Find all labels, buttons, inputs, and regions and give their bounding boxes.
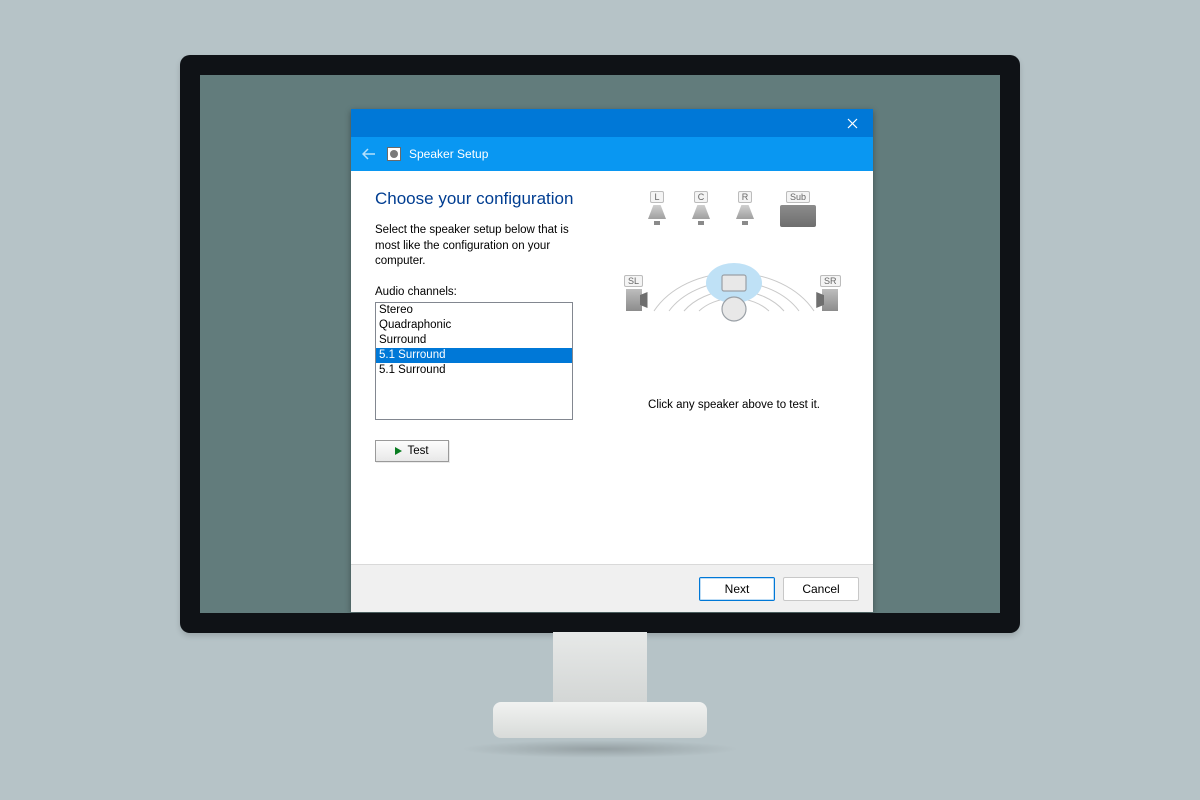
diagram-hint: Click any speaker above to test it. (648, 399, 820, 411)
speaker-tag: SR (820, 275, 841, 287)
channels-label: Audio channels: (375, 286, 591, 298)
cancel-button[interactable]: Cancel (783, 577, 859, 601)
left-column: Choose your configuration Select the spe… (375, 189, 591, 560)
page-description: Select the speaker setup below that is m… (375, 223, 591, 270)
list-item[interactable]: 5.1 Surround (376, 363, 572, 378)
speaker-setup-dialog: Speaker Setup Choose your configuration … (351, 109, 873, 612)
header-bar: Speaker Setup (351, 137, 873, 171)
list-item[interactable]: Quadraphonic (376, 318, 572, 333)
monitor-shadow (460, 740, 740, 758)
speaker-setup-icon (387, 147, 401, 161)
close-button[interactable] (831, 109, 873, 137)
speaker-tag: SL (624, 275, 643, 287)
speaker-front-left[interactable]: L (648, 191, 666, 225)
speaker-side-right[interactable]: SR (820, 275, 841, 311)
speaker-tag: R (738, 191, 753, 203)
play-icon (395, 447, 402, 455)
list-item[interactable]: Surround (376, 333, 572, 348)
dialog-content: Choose your configuration Select the spe… (351, 171, 873, 564)
list-item[interactable]: 5.1 Surround (376, 348, 572, 363)
speaker-tag: C (694, 191, 709, 203)
page-heading: Choose your configuration (375, 189, 591, 209)
right-column: L C R (619, 189, 849, 560)
list-item[interactable]: Stereo (376, 303, 572, 318)
speaker-subwoofer[interactable]: Sub (780, 191, 816, 227)
audio-channels-listbox[interactable]: Stereo Quadraphonic Surround 5.1 Surroun… (375, 302, 573, 420)
window-title: Speaker Setup (409, 147, 488, 161)
monitor-frame: Speaker Setup Choose your configuration … (180, 55, 1020, 633)
titlebar (351, 109, 873, 137)
speaker-cone-icon (648, 205, 666, 219)
speaker-front-right[interactable]: R (736, 191, 754, 225)
dialog-footer: Next Cancel (351, 564, 873, 612)
speaker-tag: L (650, 191, 663, 203)
side-speaker-icon (822, 289, 838, 311)
speaker-tag: Sub (786, 191, 810, 203)
back-arrow-icon (362, 148, 376, 160)
speaker-diagram: L C R (624, 191, 844, 371)
monitor-stand (553, 632, 647, 714)
test-button-label: Test (407, 445, 428, 457)
side-speaker-icon (626, 289, 642, 311)
desktop-screen: Speaker Setup Choose your configuration … (200, 75, 1000, 613)
speaker-cone-icon (736, 205, 754, 219)
close-icon (847, 118, 858, 129)
test-button[interactable]: Test (375, 440, 449, 462)
speaker-side-left[interactable]: SL (624, 275, 643, 311)
back-button[interactable] (359, 144, 379, 164)
subwoofer-icon (780, 205, 816, 227)
speaker-cone-icon (692, 205, 710, 219)
next-button[interactable]: Next (699, 577, 775, 601)
speaker-center[interactable]: C (692, 191, 710, 225)
